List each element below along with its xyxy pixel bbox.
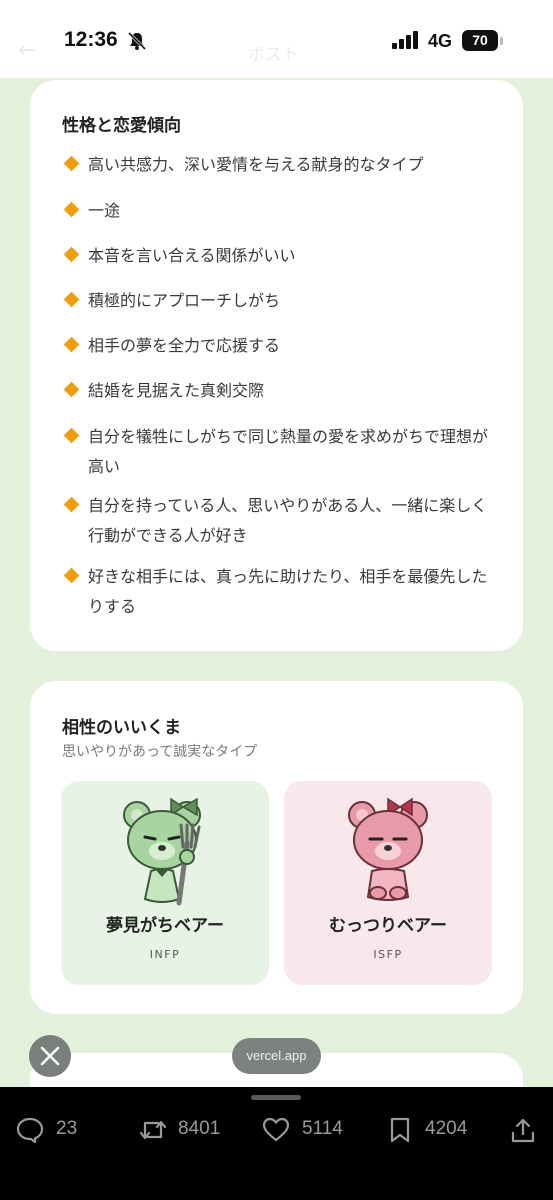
repost-button[interactable]: 8401	[138, 1115, 238, 1145]
network-label: 4G	[428, 31, 453, 51]
bookmark-icon	[390, 1117, 410, 1143]
diamond-bullet-icon	[63, 427, 80, 444]
bell-muted-icon	[127, 31, 147, 51]
bookmark-count: 4204	[425, 1118, 468, 1139]
repost-icon	[139, 1120, 167, 1140]
status-time: 12:36	[64, 28, 118, 51]
trait-item: 本音を言い合える関係がいい	[62, 241, 503, 271]
diamond-bullet-icon	[63, 201, 80, 218]
bear-type: ISFP	[373, 948, 403, 961]
share-button[interactable]	[510, 1115, 538, 1145]
trait-item: 結婚を見据えた真剣交際	[62, 376, 503, 406]
compatibility-title: 相性のいいくま	[62, 718, 181, 738]
like-button[interactable]: 5114	[262, 1115, 362, 1145]
battery-icon: 70	[462, 30, 498, 51]
trait-item: 好きな相手には、真っ先に助けたり、相手を最優先したりする	[62, 562, 503, 622]
sullen-bear-illustration	[348, 797, 428, 901]
diamond-bullet-icon	[63, 155, 80, 172]
share-icon	[511, 1118, 535, 1143]
post-action-bar: 23 8401 5114 4204	[0, 1087, 553, 1200]
bookmark-button[interactable]: 4204	[388, 1115, 488, 1145]
bear-name: 夢見がちベアー	[106, 916, 224, 936]
domain-pill: vercel.app	[232, 1038, 321, 1074]
reply-button[interactable]: 23	[16, 1115, 86, 1145]
dreamer-bear-illustration	[123, 797, 201, 906]
repost-count: 8401	[178, 1118, 221, 1139]
trait-item: 相手の夢を全力で応援する	[62, 331, 503, 361]
heart-icon	[262, 1117, 290, 1142]
bear-card-infp[interactable]: 夢見がちベアー INFP	[61, 781, 269, 985]
compatibility-card: 相性のいいくま 思いやりがあって誠実なタイプ 夢見がちベアー INFP むっつり…	[30, 681, 523, 1014]
diamond-bullet-icon	[63, 381, 80, 398]
back-arrow-icon[interactable]: ←	[18, 38, 36, 63]
personality-card: 性格と恋愛傾向 高い共感力、深い愛情を与える献身的なタイプ 一途 本音を言い合え…	[30, 80, 523, 651]
trait-item: 自分を犠牲にしがちで同じ熱量の愛を求めがちで理想が高い	[62, 422, 503, 482]
reply-count: 23	[56, 1118, 78, 1139]
diamond-bullet-icon	[63, 246, 80, 263]
close-button[interactable]	[29, 1035, 71, 1077]
diamond-bullet-icon	[63, 496, 80, 513]
trait-item: 自分を持っている人、思いやりがある人、一緒に楽しく行動ができる人が好き	[62, 491, 503, 551]
diamond-bullet-icon	[63, 567, 80, 584]
personality-title: 性格と恋愛傾向	[62, 116, 181, 136]
trait-item: 積極的にアプローチしがち	[62, 286, 503, 316]
bear-card-isfp[interactable]: むっつりベアー ISFP	[284, 781, 492, 985]
close-icon	[40, 1046, 60, 1066]
drag-handle[interactable]	[251, 1095, 301, 1100]
like-count: 5114	[302, 1118, 343, 1139]
bear-type: INFP	[149, 948, 181, 961]
diamond-bullet-icon	[63, 336, 80, 353]
compatibility-subtitle: 思いやりがあって誠実なタイプ	[62, 744, 258, 760]
bear-name: むっつりベアー	[329, 916, 447, 936]
trait-item: 一途	[62, 196, 503, 226]
status-bar: ← ポスト 12:36 4G 70	[0, 0, 553, 78]
header-title: ポスト	[248, 45, 299, 65]
trait-item: 高い共感力、深い愛情を与える献身的なタイプ	[62, 150, 503, 180]
signal-icon	[392, 31, 418, 49]
diamond-bullet-icon	[63, 291, 80, 308]
battery-tip	[500, 37, 503, 45]
reply-icon	[16, 1117, 44, 1143]
